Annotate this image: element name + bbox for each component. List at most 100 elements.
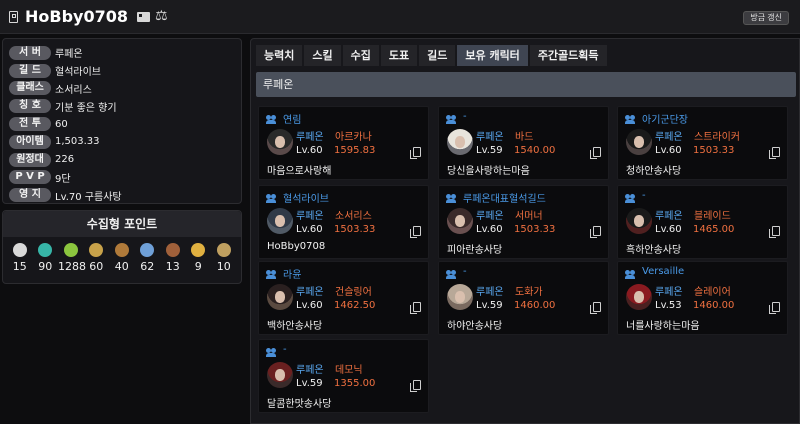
character-name: 마음으로사랑해 bbox=[267, 166, 332, 177]
collection-point[interactable]: 60 bbox=[84, 243, 110, 273]
points-row: 15 90 1288 60 40 62 13 9 10 bbox=[3, 237, 241, 273]
top-bar: HoBby0708 ⚖ 방금 갱신 bbox=[0, 0, 800, 34]
copy-icon[interactable] bbox=[590, 226, 601, 238]
info-value: 소서리스 bbox=[55, 84, 92, 96]
info-label: 아이템 bbox=[9, 134, 51, 149]
character-name: 당신을사랑하는마음 bbox=[447, 166, 530, 177]
info-label: 원정대 bbox=[9, 152, 51, 167]
character-item-level: 1503.33 bbox=[514, 224, 556, 235]
avatar bbox=[447, 129, 473, 155]
tab-bar: 능력치 스킬 수집 도표 길드 보유 캐릭터 주간골드획득 bbox=[256, 45, 609, 66]
avatar-face bbox=[634, 215, 644, 227]
avatar bbox=[626, 284, 652, 310]
copy-icon[interactable] bbox=[410, 226, 421, 238]
guild-icon bbox=[266, 115, 278, 124]
copy-icon[interactable] bbox=[590, 147, 601, 159]
guild-icon bbox=[266, 194, 278, 203]
avatar-face bbox=[634, 291, 644, 303]
character-card[interactable]: - 루페온 블레이드 Lv.60 1465.00 흑하안송사당 bbox=[617, 185, 788, 259]
info-label: 길 드 bbox=[9, 63, 51, 78]
info-label: 영 지 bbox=[9, 188, 51, 203]
character-info-panel: 서 버 루페온 길 드 혈석라이브 클래스 소서리스 칭 호 기분 좋은 향기 전 투 60 아이템… bbox=[2, 38, 242, 204]
main-panel: 능력치 스킬 수집 도표 길드 보유 캐릭터 주간골드획득 루페온 연림 루페온 아르카나 Lv.… bbox=[250, 38, 800, 424]
tab-6[interactable]: 주간골드획득 bbox=[529, 45, 607, 66]
guild-name: 라윤 bbox=[283, 270, 302, 281]
character-name: 피아란송사당 bbox=[447, 245, 503, 256]
character-item-level: 1503.33 bbox=[693, 145, 735, 156]
character-server: 루페온 bbox=[476, 211, 504, 222]
collection-point[interactable]: 9 bbox=[186, 243, 212, 273]
copy-icon[interactable] bbox=[769, 302, 780, 314]
character-name: 백하안송사당 bbox=[267, 321, 323, 332]
avatar-face bbox=[275, 369, 285, 381]
character-server: 루페온 bbox=[476, 287, 504, 298]
copy-icon[interactable] bbox=[590, 302, 601, 314]
copy-icon[interactable] bbox=[410, 147, 421, 159]
mokoko-icon bbox=[63, 243, 78, 257]
character-card[interactable]: 루페온대표혈석길드 루페온 서머너 Lv.60 1503.33 피아란송사당 bbox=[438, 185, 609, 259]
character-level: Lv.60 bbox=[296, 145, 323, 156]
tab-2[interactable]: 수집 bbox=[342, 45, 379, 66]
copy-icon[interactable] bbox=[769, 147, 780, 159]
character-name: 청하안송사당 bbox=[626, 166, 682, 177]
character-card[interactable]: 라윤 루페온 건슬링어 Lv.60 1462.50 백하안송사당 bbox=[258, 261, 429, 335]
character-card[interactable]: Versaille 루페온 슬레이어 Lv.53 1460.00 너를사랑하는마음 bbox=[617, 261, 788, 335]
character-card[interactable]: - 루페온 데모닉 Lv.59 1355.00 달콤한맛송사당 bbox=[258, 339, 429, 413]
character-item-level: 1355.00 bbox=[334, 378, 376, 389]
info-row: 원정대 226 bbox=[9, 151, 235, 169]
guild-icon bbox=[446, 194, 458, 203]
character-card[interactable]: 혈석라이브 루페온 소서리스 Lv.60 1503.33 HoBby0708 bbox=[258, 185, 429, 259]
character-card[interactable]: 연림 루페온 아르카나 Lv.60 1595.83 마음으로사랑해 bbox=[258, 106, 429, 180]
character-item-level: 1540.00 bbox=[514, 145, 556, 156]
character-card[interactable]: - 루페온 바드 Lv.59 1540.00 당신을사랑하는마음 bbox=[438, 106, 609, 180]
guild-icon bbox=[266, 270, 278, 279]
character-server: 루페온 bbox=[655, 287, 683, 298]
tab-1[interactable]: 스킬 bbox=[304, 45, 341, 66]
character-item-level: 1462.50 bbox=[334, 300, 376, 311]
tab-5[interactable]: 보유 캐릭터 bbox=[457, 45, 528, 66]
character-level: Lv.59 bbox=[476, 300, 503, 311]
avatar-face bbox=[275, 215, 285, 227]
scale-icon[interactable]: ⚖ bbox=[155, 8, 168, 24]
character-server: 루페온 bbox=[655, 211, 683, 222]
avatar-face bbox=[634, 136, 644, 148]
copy-icon[interactable] bbox=[410, 302, 421, 314]
info-row: 영 지 Lv.70 구름사탕 bbox=[9, 186, 235, 204]
character-level: Lv.59 bbox=[296, 378, 323, 389]
info-label: 칭 호 bbox=[9, 99, 51, 114]
id-card-icon[interactable] bbox=[137, 12, 150, 22]
character-class: 데모닉 bbox=[335, 365, 363, 376]
collection-point[interactable]: 10 bbox=[211, 243, 237, 273]
copy-icon[interactable] bbox=[410, 380, 421, 392]
avatar bbox=[626, 129, 652, 155]
collection-points-panel: 수집형 포인트 15 90 1288 60 40 62 13 9 10 bbox=[2, 210, 242, 284]
tab-0[interactable]: 능력치 bbox=[256, 45, 303, 66]
character-card[interactable]: 아기군단장 루페온 스트라이커 Lv.60 1503.33 청하안송사당 bbox=[617, 106, 788, 180]
collection-point[interactable]: 62 bbox=[135, 243, 161, 273]
character-name: 흑하안송사당 bbox=[626, 245, 682, 256]
info-row: 칭 호 기분 좋은 향기 bbox=[9, 97, 235, 115]
tab-3[interactable]: 도표 bbox=[380, 45, 418, 66]
character-card[interactable]: - 루페온 도화가 Lv.59 1460.00 하야안송사당 bbox=[438, 261, 609, 335]
collection-point[interactable]: 15 bbox=[7, 243, 33, 273]
copy-icon[interactable] bbox=[769, 226, 780, 238]
info-value: 기분 좋은 향기 bbox=[55, 102, 117, 114]
character-level: Lv.60 bbox=[655, 224, 682, 235]
collection-point-value: 60 bbox=[89, 260, 104, 273]
character-name: 하야안송사당 bbox=[447, 321, 503, 332]
collection-point[interactable]: 40 bbox=[109, 243, 135, 273]
island-heart-icon bbox=[38, 243, 53, 257]
avatar-face bbox=[455, 215, 465, 227]
avatar-face bbox=[275, 136, 285, 148]
character-class: 건슬링어 bbox=[335, 287, 372, 298]
character-level: Lv.59 bbox=[476, 145, 503, 156]
refresh-button[interactable]: 방금 갱신 bbox=[743, 11, 789, 25]
seed-icon bbox=[12, 243, 27, 257]
collection-point[interactable]: 1288 bbox=[58, 243, 86, 273]
avatar bbox=[267, 284, 293, 310]
info-value: 60 bbox=[55, 118, 68, 130]
info-value: 루페온 bbox=[55, 49, 83, 61]
collection-point[interactable]: 90 bbox=[33, 243, 59, 273]
collection-point[interactable]: 13 bbox=[160, 243, 186, 273]
tab-4[interactable]: 길드 bbox=[419, 45, 456, 66]
